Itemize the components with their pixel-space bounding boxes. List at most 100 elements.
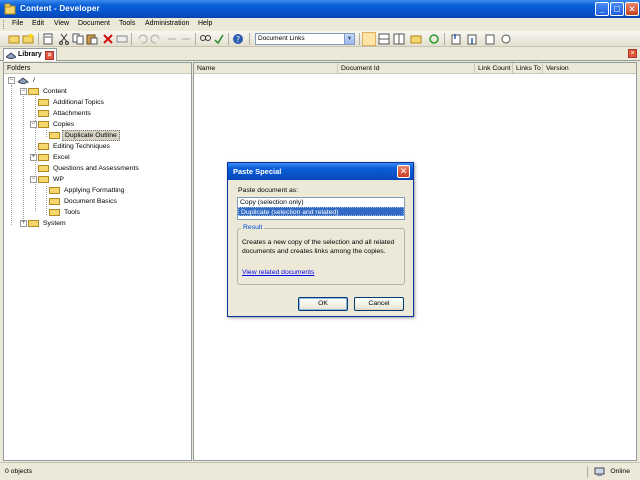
history-icon[interactable] [500, 33, 512, 45]
status-separator [587, 466, 588, 478]
open-folder-icon[interactable] [8, 33, 20, 45]
minimize-button[interactable]: _ [595, 2, 609, 16]
view-related-documents-link[interactable]: View related documents [242, 269, 314, 276]
folder-open-icon [38, 176, 49, 184]
result-legend: Result [241, 224, 265, 231]
status-object-count: 0 objects [5, 468, 33, 475]
undo-icon[interactable] [136, 33, 148, 45]
cancel-button[interactable]: Cancel [354, 297, 404, 311]
split-view-icon[interactable] [393, 33, 405, 45]
tab-close-icon[interactable]: × [45, 51, 54, 60]
folder-icon [49, 209, 60, 217]
dialog-title[interactable]: Paste Special [228, 163, 413, 180]
move-back-icon[interactable] [166, 33, 178, 45]
paste-as-listbox[interactable]: Copy (selection only) Duplicate (selecti… [237, 197, 405, 220]
tree-item-content[interactable]: − Content [18, 86, 69, 97]
column-header-version[interactable]: Version [543, 63, 636, 74]
menu-file[interactable]: File [12, 20, 23, 27]
option-duplicate[interactable]: Duplicate (selection and related) [238, 207, 404, 216]
toolbar-separator [195, 33, 196, 45]
cut-icon[interactable] [58, 33, 70, 45]
folder-icon [49, 132, 60, 140]
column-header-link-count[interactable]: Link Count [475, 63, 513, 74]
expand-toggle[interactable]: + [20, 220, 27, 227]
properties-icon[interactable] [42, 33, 54, 45]
menu-document[interactable]: Document [78, 20, 110, 27]
menu-administration[interactable]: Administration [145, 20, 189, 27]
column-header-name[interactable]: Name [194, 63, 338, 74]
collapse-toggle[interactable]: − [30, 176, 37, 183]
new-folder-icon[interactable] [22, 33, 34, 45]
column-header-document-id[interactable]: Document Id [338, 63, 475, 74]
tree-item-wp[interactable]: − WP [30, 174, 66, 185]
folder-open-icon [28, 88, 39, 96]
ok-button[interactable]: OK [298, 297, 348, 311]
menu-tools[interactable]: Tools [119, 20, 135, 27]
list-view-icon[interactable] [378, 33, 390, 45]
svg-text:?: ? [236, 35, 240, 44]
close-button[interactable]: ✕ [625, 2, 639, 16]
redo-icon[interactable] [150, 33, 162, 45]
result-groupbox [237, 228, 405, 285]
tree-item-additional-topics[interactable]: Additional Topics [38, 97, 106, 108]
tree-item-system[interactable]: + System [18, 218, 68, 229]
collapse-toggle[interactable]: − [8, 77, 15, 84]
menu-view[interactable]: View [54, 20, 69, 27]
folder-icon [38, 154, 49, 162]
collapse-toggle[interactable]: − [20, 88, 27, 95]
paste-icon[interactable] [86, 33, 98, 45]
option-copy[interactable]: Copy (selection only) [238, 198, 404, 207]
toolbar: ? Document Links ▼ [0, 31, 640, 47]
title-bar[interactable]: Content - Developer _ □ ✕ [0, 0, 640, 18]
folder-icon [49, 198, 60, 206]
status-online: Online [610, 468, 630, 475]
maximize-button[interactable]: □ [610, 2, 624, 16]
tree-item-editing-techniques[interactable]: Editing Techniques [38, 141, 112, 152]
delete-icon[interactable] [102, 33, 114, 45]
tree-item-document-basics[interactable]: Document Basics [49, 196, 119, 207]
publish-icon[interactable] [484, 33, 496, 45]
tree-item-tools[interactable]: Tools [49, 207, 82, 218]
tree-item-duplicate-outline[interactable]: Duplicate Outline [49, 130, 120, 141]
tree-line [11, 85, 12, 225]
check-in-icon[interactable] [450, 33, 462, 45]
tree-item-excel[interactable]: + Excel [30, 152, 72, 163]
menu-edit[interactable]: Edit [32, 20, 44, 27]
library-root-icon [18, 77, 29, 85]
tree-item-questions-and-assessments[interactable]: Questions and Assessments [38, 163, 141, 174]
toolbar-separator [38, 33, 39, 45]
link-icon[interactable] [410, 33, 422, 45]
tree-item-applying-formatting[interactable]: Applying Formatting [49, 185, 126, 196]
folder-icon [38, 110, 49, 118]
check-out-icon[interactable] [466, 33, 478, 45]
find-icon[interactable] [199, 33, 211, 45]
chevron-down-icon[interactable]: ▼ [344, 34, 354, 44]
tab-library-label: Library [18, 51, 42, 58]
folder-icon [49, 187, 60, 195]
tree-root[interactable]: − / [6, 75, 37, 86]
paste-as-label: Paste document as: [238, 187, 299, 194]
folder-icon [38, 165, 49, 173]
tree-item-copies[interactable]: − Copies [30, 119, 76, 130]
expand-toggle[interactable]: + [30, 154, 37, 161]
view-select[interactable]: Document Links ▼ [255, 33, 355, 45]
help-icon[interactable]: ? [232, 33, 244, 45]
tree-line [46, 186, 47, 215]
menu-help[interactable]: Help [198, 20, 212, 27]
toolbar-separator [359, 33, 360, 45]
move-forward-icon[interactable] [180, 33, 192, 45]
dialog-close-icon[interactable]: ✕ [397, 165, 410, 178]
folder-icon [38, 143, 49, 151]
menu-bar: File Edit View Document Tools Administra… [0, 18, 640, 31]
refresh-icon[interactable] [428, 33, 440, 45]
copy-icon[interactable] [72, 33, 84, 45]
collapse-toggle[interactable]: − [30, 121, 37, 128]
rename-icon[interactable] [116, 33, 128, 45]
spell-check-icon[interactable] [213, 33, 225, 45]
tab-library[interactable]: Library × [3, 48, 57, 61]
column-header-links-to[interactable]: Links To [513, 63, 543, 74]
pane-close-icon[interactable]: × [628, 49, 637, 58]
folders-header: Folders [4, 63, 191, 74]
details-view-toggle[interactable] [362, 32, 376, 46]
tree-item-attachments[interactable]: Attachments [38, 108, 93, 119]
